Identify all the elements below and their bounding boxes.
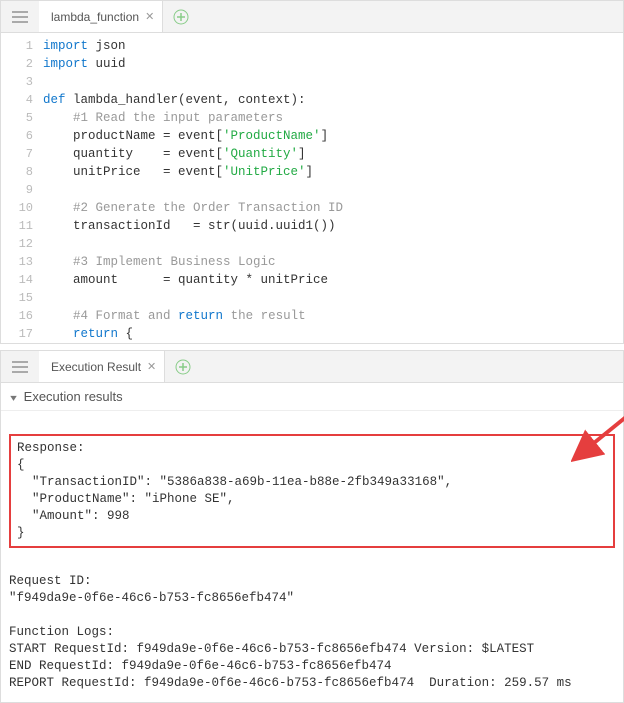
results-body: Response: { "TransactionID": "5386a838-a… <box>1 411 623 702</box>
results-tab-bar: Execution Result ✕ <box>1 351 623 383</box>
line-gutter: 1234567891011121314151617 <box>1 37 43 343</box>
tab-bar-menu-icon[interactable] <box>1 361 39 373</box>
tab-label: Execution Result <box>51 360 141 374</box>
close-icon[interactable]: ✕ <box>147 360 156 373</box>
response-highlight-box: Response: { "TransactionID": "5386a838-a… <box>9 434 615 548</box>
response-json: { "TransactionID": "5386a838-a69b-11ea-b… <box>17 458 452 540</box>
request-id-value: "f949da9e-0f6e-46c6-b753-fc8656efb474" <box>9 591 294 605</box>
tab-execution-result[interactable]: Execution Result ✕ <box>39 351 165 382</box>
close-icon[interactable]: ✕ <box>145 10 154 23</box>
add-tab-button[interactable] <box>169 5 193 29</box>
add-tab-button[interactable] <box>171 355 195 379</box>
editor-tab-bar: lambda_function ✕ <box>1 1 623 33</box>
response-label: Response: <box>17 441 85 455</box>
function-logs: START RequestId: f949da9e-0f6e-46c6-b753… <box>9 642 572 690</box>
code-content[interactable]: import json import uuid def lambda_handl… <box>43 37 623 343</box>
tab-bar-menu-icon[interactable] <box>1 11 39 23</box>
function-logs-label: Function Logs: <box>9 625 114 639</box>
tab-lambda-function[interactable]: lambda_function ✕ <box>39 1 163 32</box>
code-editor[interactable]: 1234567891011121314151617 import json im… <box>1 33 623 343</box>
tab-label: lambda_function <box>51 10 139 24</box>
execution-results-panel: Execution Result ✕ Execution results Res… <box>0 350 624 703</box>
results-header-label: Execution results <box>24 389 123 404</box>
results-section-header[interactable]: Execution results <box>1 383 623 411</box>
arrow-annotation-icon <box>571 412 624 472</box>
request-id-label: Request ID: <box>9 574 92 588</box>
code-editor-panel: lambda_function ✕ 1234567891011121314151… <box>0 0 624 344</box>
